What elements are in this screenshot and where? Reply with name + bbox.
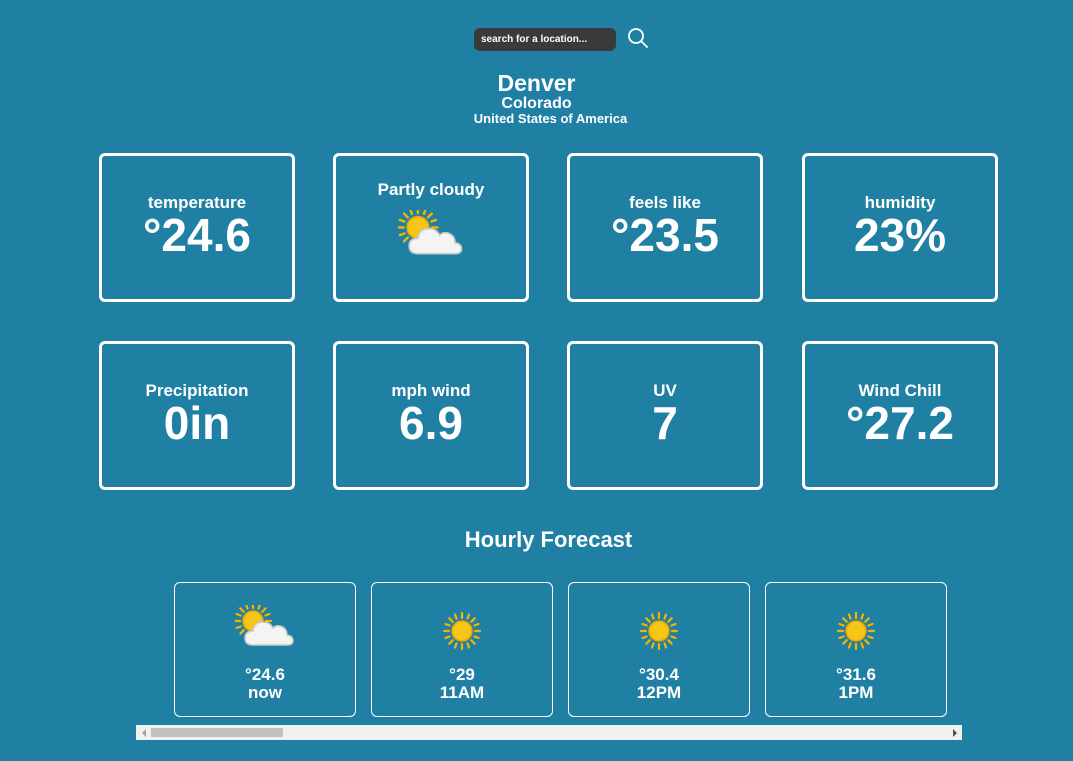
card-value: 6.9 [399,397,463,449]
hourly-forecast-title: Hourly Forecast [464,527,633,552]
forecast-item: °30.4 12PM [568,582,750,717]
card-value: °27.2 [846,397,954,449]
uv-card: UV 7 [567,341,763,490]
precipitation-card: Precipitation 0in [99,341,295,490]
humidity-card: humidity 23% [802,153,998,302]
card-value: 7 [652,397,678,449]
forecast-item: °31.6 1PM [765,582,947,717]
forecast-time: now [248,683,282,702]
forecast-time: 1PM [838,683,874,702]
location-region: Colorado [501,95,572,112]
partly-cloudy-icon [397,206,464,263]
search-button[interactable] [626,27,650,54]
forecast-item: °24.6 now [174,582,356,717]
scrollbar-thumb[interactable] [151,728,283,737]
search-icon [627,27,649,54]
forecast-temp: °31.6 [836,665,876,684]
temperature-card: temperature °24.6 [99,153,295,302]
forecast-item: °29 11AM [371,582,553,717]
wind-card: mph wind 6.9 [333,341,529,490]
sun-icon [442,611,482,656]
partly-cloudy-icon [233,601,295,654]
card-value: 0in [163,397,231,449]
condition-card: Partly cloudy [333,153,529,302]
feels-like-card: feels like °23.5 [567,153,763,302]
forecast-time: 12PM [636,683,682,702]
wind-chill-card: Wind Chill °27.2 [802,341,998,490]
condition-label: Partly cloudy [377,180,485,199]
location-country: United States of America [473,111,628,126]
location-city: Denver [497,70,576,96]
scroll-right-arrow-icon[interactable] [947,725,962,740]
search-input[interactable] [474,28,616,51]
card-value: 23% [853,209,947,261]
card-value: °23.5 [611,209,719,261]
forecast-scrollbar[interactable] [136,725,962,740]
card-value: °24.6 [143,209,251,261]
search-bar [474,27,648,51]
sun-icon [836,611,876,656]
forecast-temp: °30.4 [639,665,679,684]
forecast-time: 11AM [439,683,485,702]
forecast-temp: °24.6 [245,665,285,684]
sun-icon [639,611,679,656]
scroll-left-arrow-icon[interactable] [136,725,151,740]
forecast-temp: °29 [449,665,475,684]
